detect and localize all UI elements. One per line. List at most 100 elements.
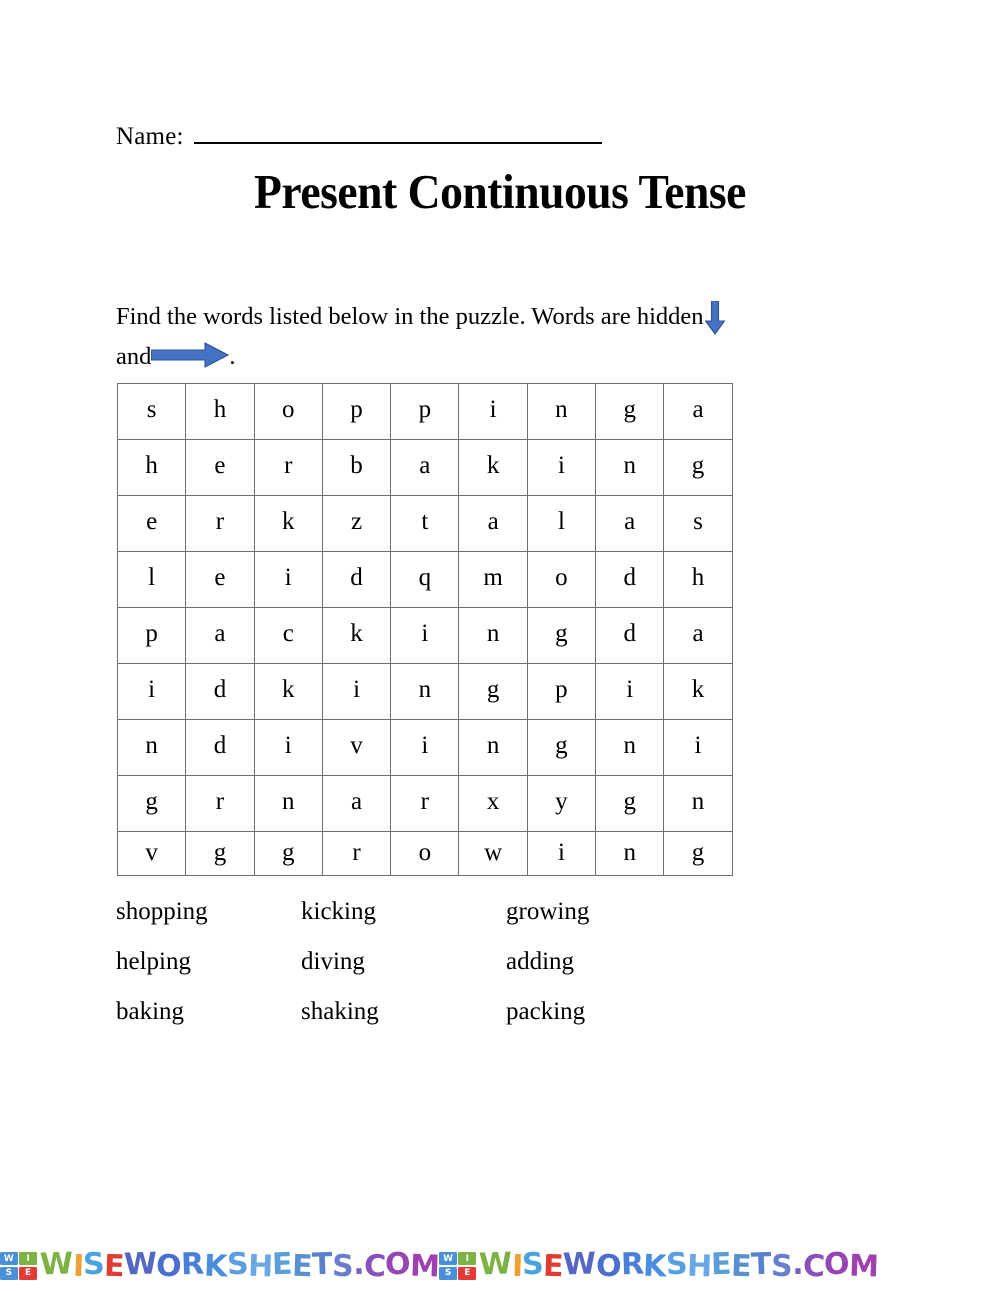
grid-cell[interactable]: r — [185, 495, 255, 552]
word-list-item[interactable]: helping — [116, 948, 301, 976]
watermark-letter: E — [271, 1246, 293, 1283]
grid-cell[interactable]: k — [253, 663, 323, 720]
grid-cell[interactable]: i — [321, 663, 392, 720]
watermark-letter: E — [291, 1248, 313, 1285]
table-row: g r n a r x y g n — [116, 775, 733, 832]
footer-watermark: W I S E WISEWORKSHEETS.COM W I S E WISEWORKSHEETS… — [0, 1241, 1000, 1291]
grid-cell[interactable]: a — [663, 607, 733, 664]
grid-cell[interactable]: d — [595, 607, 665, 664]
grid-cell[interactable]: i — [595, 663, 665, 720]
word-list-item[interactable]: kicking — [301, 898, 506, 926]
grid-cell[interactable]: t — [390, 495, 460, 552]
logo-tile: I — [19, 1252, 37, 1266]
grid-cell[interactable]: d — [185, 719, 255, 776]
grid-cell[interactable]: n — [458, 719, 528, 776]
logo-tile: S — [0, 1266, 18, 1280]
grid-cell[interactable]: n — [663, 775, 733, 832]
grid-cell[interactable]: h — [116, 439, 187, 496]
grid-cell[interactable]: h — [185, 383, 255, 440]
grid-cell[interactable]: r — [390, 775, 460, 832]
grid-cell[interactable]: y — [526, 775, 597, 832]
grid-cell[interactable]: g — [526, 607, 597, 664]
grid-cell[interactable]: d — [185, 663, 255, 720]
grid-cell[interactable]: b — [321, 439, 392, 496]
grid-cell[interactable]: s — [116, 383, 187, 440]
grid-cell[interactable]: o — [253, 383, 323, 440]
grid-cell[interactable]: e — [185, 439, 255, 496]
grid-cell[interactable]: g — [595, 775, 665, 832]
grid-cell[interactable]: i — [526, 831, 597, 876]
grid-cell[interactable]: i — [390, 607, 460, 664]
grid-cell[interactable]: x — [458, 775, 528, 832]
grid-cell[interactable]: g — [663, 831, 733, 876]
grid-cell[interactable]: g — [595, 383, 665, 440]
grid-cell[interactable]: g — [253, 831, 323, 876]
grid-cell[interactable]: n — [390, 663, 460, 720]
grid-cell[interactable]: g — [663, 439, 733, 496]
grid-cell[interactable]: w — [458, 831, 528, 876]
grid-cell[interactable]: a — [185, 607, 255, 664]
grid-cell[interactable]: k — [663, 663, 733, 720]
grid-cell[interactable]: r — [321, 831, 392, 876]
grid-cell[interactable]: k — [253, 495, 323, 552]
grid-cell[interactable]: i — [663, 719, 733, 776]
grid-cell[interactable]: p — [390, 383, 460, 440]
grid-cell[interactable]: p — [116, 607, 187, 664]
word-list-item[interactable]: shaking — [301, 998, 506, 1026]
grid-cell[interactable]: a — [390, 439, 460, 496]
word-list-item[interactable]: baking — [116, 998, 301, 1026]
grid-cell[interactable]: g — [116, 775, 187, 832]
grid-cell[interactable]: d — [321, 551, 392, 608]
name-blank-line[interactable] — [193, 120, 602, 144]
grid-cell[interactable]: m — [458, 551, 528, 608]
grid-cell[interactable]: i — [253, 719, 323, 776]
grid-cell[interactable]: a — [321, 775, 392, 832]
grid-cell[interactable]: k — [321, 607, 392, 664]
grid-cell[interactable]: n — [595, 439, 665, 496]
grid-cell[interactable]: s — [663, 495, 733, 552]
grid-cell[interactable]: v — [116, 831, 187, 876]
grid-cell[interactable]: n — [595, 719, 665, 776]
grid-cell[interactable]: n — [116, 719, 187, 776]
grid-cell[interactable]: n — [458, 607, 528, 664]
word-list-item[interactable]: diving — [301, 948, 506, 976]
grid-cell[interactable]: c — [253, 607, 323, 664]
grid-cell[interactable]: n — [595, 831, 665, 876]
grid-cell[interactable]: a — [663, 383, 733, 440]
grid-cell[interactable]: i — [526, 439, 597, 496]
grid-cell[interactable]: n — [253, 775, 323, 832]
grid-cell[interactable]: g — [458, 663, 528, 720]
grid-cell[interactable]: e — [185, 551, 255, 608]
instructions-text-part1: Find the words listed below in the puzzl… — [116, 303, 704, 330]
grid-cell[interactable]: i — [390, 719, 460, 776]
grid-cell[interactable]: p — [526, 663, 597, 720]
word-list-item[interactable]: shopping — [116, 898, 301, 926]
word-list-row: shopping kicking growing — [116, 898, 736, 948]
grid-cell[interactable]: r — [185, 775, 255, 832]
grid-cell[interactable]: i — [458, 383, 528, 440]
grid-cell[interactable]: p — [321, 383, 392, 440]
grid-cell[interactable]: i — [253, 551, 323, 608]
grid-cell[interactable]: d — [595, 551, 665, 608]
grid-cell[interactable]: n — [526, 383, 597, 440]
grid-cell[interactable]: a — [458, 495, 528, 552]
grid-cell[interactable]: g — [526, 719, 597, 776]
grid-cell[interactable]: z — [321, 495, 392, 552]
grid-cell[interactable]: o — [526, 551, 597, 608]
grid-cell[interactable]: r — [253, 439, 323, 496]
grid-cell[interactable]: k — [458, 439, 528, 496]
grid-cell[interactable]: i — [116, 663, 187, 720]
word-list-item[interactable]: packing — [506, 998, 706, 1026]
grid-cell[interactable]: l — [526, 495, 597, 552]
grid-cell[interactable]: l — [116, 551, 187, 608]
grid-cell[interactable]: v — [321, 719, 392, 776]
word-search-grid[interactable]: s h o p p i n g a h e r b a k i n g e r … — [116, 383, 733, 876]
grid-cell[interactable]: q — [390, 551, 460, 608]
grid-cell[interactable]: g — [185, 831, 255, 876]
word-list-item[interactable]: adding — [506, 948, 706, 976]
grid-cell[interactable]: o — [390, 831, 460, 876]
grid-cell[interactable]: h — [663, 551, 733, 608]
word-list-item[interactable]: growing — [506, 898, 706, 926]
grid-cell[interactable]: a — [595, 495, 665, 552]
grid-cell[interactable]: e — [116, 495, 187, 552]
